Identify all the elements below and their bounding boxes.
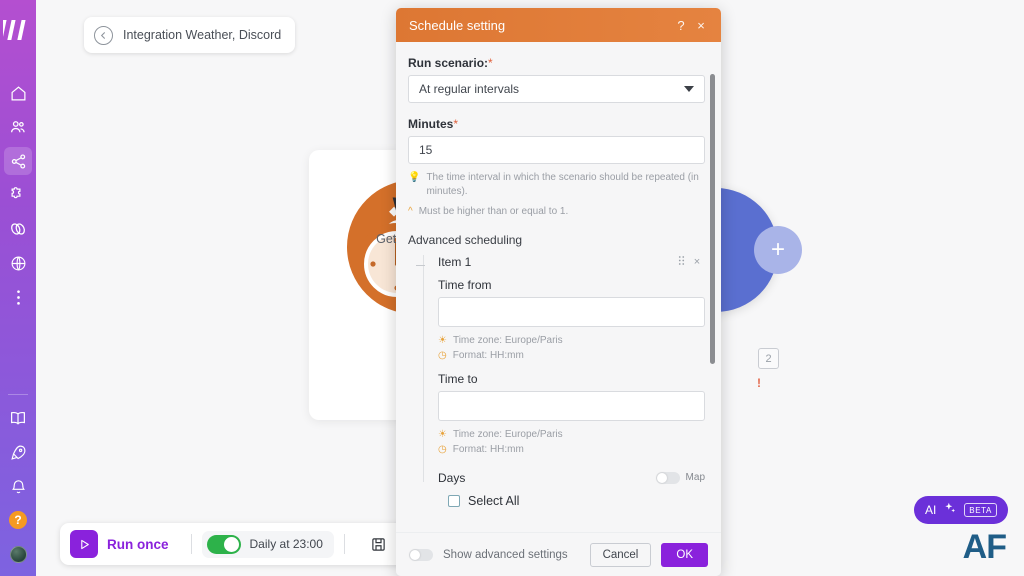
required-marker: * — [488, 56, 493, 70]
dialog-scrollbar-thumb[interactable] — [710, 74, 715, 364]
tree-line-horizontal — [416, 264, 425, 266]
help-icon: ? — [9, 511, 27, 529]
minutes-input[interactable] — [408, 136, 705, 164]
beta-tag: BETA — [964, 503, 997, 517]
save-icon[interactable] — [366, 531, 392, 557]
schedule-toggle-pill[interactable]: Daily at 23:00 — [201, 530, 334, 558]
run-scenario-label: Run scenario:* — [408, 56, 493, 70]
time-from-timezone-text: Time zone: Europe/Paris — [452, 334, 563, 346]
time-from-timezone-hint: ☀ Time zone: Europe/Paris — [438, 334, 705, 348]
time-to-timezone-text: Time zone: Europe/Paris — [452, 428, 563, 440]
dialog-body: Run scenario:* At regular intervals Minu… — [396, 42, 721, 532]
toolbar-divider — [343, 534, 345, 554]
ok-button[interactable]: OK — [661, 542, 708, 567]
sidebar-item-team[interactable] — [4, 113, 32, 141]
globe-small-icon: ☀ — [438, 428, 447, 440]
advanced-scheduling-label: Advanced scheduling — [408, 232, 523, 247]
play-icon — [70, 530, 98, 558]
time-from-format-text: Format: HH:mm — [452, 350, 524, 361]
days-row: Days Map — [438, 471, 705, 485]
schedule-toggle[interactable] — [206, 534, 241, 554]
remove-item-icon[interactable]: × — [689, 256, 705, 268]
make-logo[interactable] — [3, 8, 33, 42]
cancel-button[interactable]: Cancel — [589, 542, 652, 567]
run-once-label: Run once — [107, 536, 169, 552]
required-marker: * — [453, 117, 459, 131]
minutes-label: Minutes* — [408, 117, 459, 131]
minutes-validation: ^ Must be higher than or equal to 1. — [408, 205, 705, 219]
avatar — [9, 545, 27, 563]
dialog-footer: Show advanced settings Cancel OK — [396, 532, 721, 576]
sidebar-item-webhooks[interactable] — [4, 249, 32, 277]
sidebar-divider — [8, 394, 28, 395]
ai-beta-badge[interactable]: AI BETA — [913, 496, 1008, 524]
dialog-title: Schedule setting — [409, 17, 506, 33]
time-from-label: Time from — [438, 277, 492, 292]
minutes-hint: 💡 The time interval in which the scenari… — [408, 171, 705, 198]
warning-marker: ! — [757, 376, 761, 390]
sidebar-item-notifications[interactable] — [4, 472, 32, 500]
tree-line-vertical — [423, 254, 424, 482]
back-arrow-icon[interactable] — [94, 25, 113, 45]
breadcrumb[interactable]: Integration Weather, Discord — [84, 17, 296, 53]
sidebar-item-help[interactable]: ? — [4, 506, 32, 534]
globe-small-icon: ☀ — [438, 334, 447, 346]
map-toggle[interactable] — [655, 471, 680, 484]
sequence-badge: 2 — [758, 348, 779, 369]
close-icon[interactable]: × — [691, 18, 711, 33]
help-icon[interactable]: ? — [671, 18, 691, 33]
run-scenario-value: At regular intervals — [419, 82, 520, 96]
sidebar-item-apps[interactable] — [4, 181, 32, 209]
run-once-button[interactable]: Run once — [66, 530, 181, 558]
sidebar-item-scenarios[interactable] — [4, 147, 32, 175]
time-to-format-hint: ◷ Format: HH:mm — [438, 443, 705, 457]
time-from-input[interactable] — [438, 296, 705, 327]
drag-handle-icon[interactable] — [673, 255, 689, 269]
run-scenario-select[interactable]: At regular intervals — [408, 75, 705, 103]
item-name: Item 1 — [438, 254, 472, 269]
sidebar-item-home[interactable] — [4, 79, 32, 107]
select-all-checkbox[interactable] — [448, 494, 460, 507]
chevron-down-icon — [684, 86, 694, 92]
item-header: Item 1 × — [438, 255, 705, 269]
lightbulb-icon: 💡 — [408, 172, 421, 183]
breadcrumb-title: Integration Weather, Discord — [123, 28, 282, 42]
add-module-button[interactable]: + — [754, 226, 802, 274]
schedule-setting-dialog: Schedule setting ? × Run scenario:* At r… — [396, 8, 721, 576]
warning-caret-icon: ^ — [408, 206, 413, 217]
left-sidebar: ? — [0, 0, 36, 576]
toolbar-divider — [190, 534, 192, 554]
select-all-row[interactable]: Select All — [438, 494, 705, 508]
sidebar-item-docs[interactable] — [4, 404, 32, 432]
time-from-format-hint: ◷ Format: HH:mm — [438, 349, 705, 363]
time-to-format-text: Format: HH:mm — [452, 444, 524, 455]
clock-small-icon: ◷ — [438, 350, 447, 361]
days-label: Days — [438, 470, 466, 485]
show-advanced-label: Show advanced settings — [443, 548, 568, 561]
clock-small-icon: ◷ — [438, 444, 447, 455]
time-to-input[interactable] — [438, 390, 705, 421]
dialog-header: Schedule setting ? × — [396, 8, 721, 42]
ai-label: AI — [924, 503, 937, 517]
show-advanced-toggle[interactable] — [409, 548, 433, 561]
sidebar-item-more[interactable] — [4, 283, 32, 311]
advanced-item-1: Item 1 × Time from ☀ Time zone: Europe/P… — [408, 254, 705, 508]
sparkle-icon — [943, 501, 957, 520]
sidebar-item-connections[interactable] — [4, 215, 32, 243]
minutes-validation-text: Must be higher than or equal to 1. — [418, 206, 569, 217]
sidebar-avatar[interactable] — [4, 540, 32, 568]
schedule-text: Daily at 23:00 — [249, 537, 323, 551]
time-to-label: Time to — [438, 371, 478, 386]
map-label: Map — [685, 472, 705, 483]
time-to-timezone-hint: ☀ Time zone: Europe/Paris — [438, 428, 705, 442]
minutes-hint-text: The time interval in which the scenario … — [426, 172, 699, 197]
select-all-label: Select All — [468, 493, 520, 508]
sidebar-item-whats-new[interactable] — [4, 438, 32, 466]
af-watermark: AF — [962, 528, 1007, 566]
